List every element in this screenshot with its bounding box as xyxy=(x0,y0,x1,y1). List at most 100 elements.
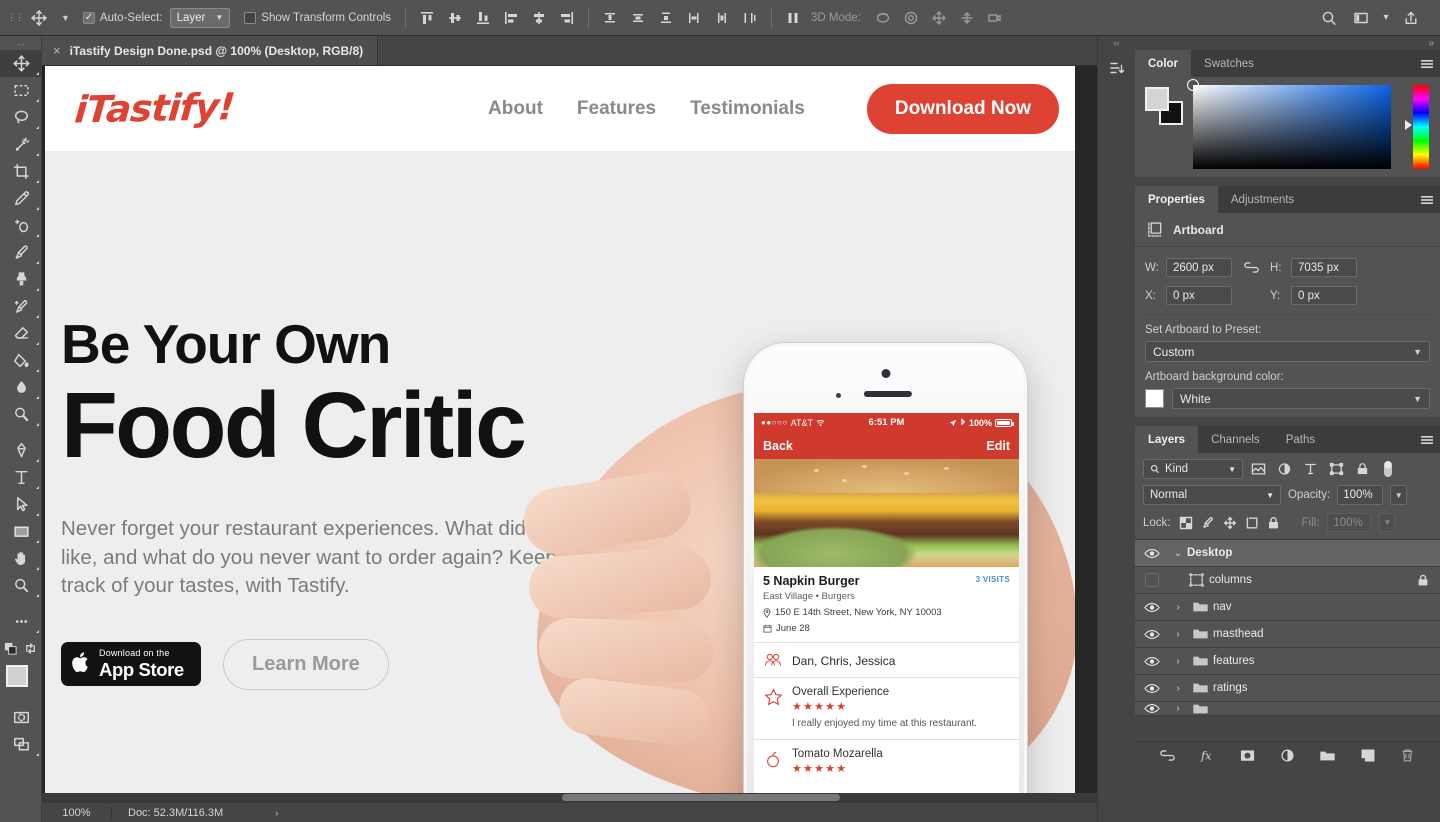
expand-group-chevron-icon[interactable]: › xyxy=(1169,602,1187,613)
foreground-color-swatch[interactable] xyxy=(1145,87,1169,111)
artboard-background-swatch[interactable] xyxy=(1145,389,1164,408)
layer-visibility-toggle[interactable] xyxy=(1135,703,1169,714)
blur-tool[interactable] xyxy=(0,374,42,401)
toolbar-grip[interactable]: ⋯ xyxy=(0,38,41,50)
width-input[interactable]: 2600 px xyxy=(1166,258,1232,277)
edit-button[interactable]: Edit xyxy=(986,439,1010,453)
eraser-tool[interactable] xyxy=(0,320,42,347)
height-input[interactable]: 7035 px xyxy=(1291,258,1357,277)
foreground-color-swatch[interactable] xyxy=(6,665,28,687)
link-layers-icon[interactable] xyxy=(1158,746,1178,766)
history-brush-tool[interactable] xyxy=(0,293,42,320)
align-bottom-edges-button[interactable] xyxy=(469,5,497,31)
zoom-level[interactable]: 100% xyxy=(42,806,112,819)
color-picker-handle[interactable] xyxy=(1187,79,1199,91)
dodge-tool[interactable] xyxy=(0,401,42,428)
layer-row-masthead[interactable]: › masthead xyxy=(1135,621,1440,648)
chevron-down-icon[interactable]: ▾ xyxy=(1378,5,1394,31)
color-panel-swatches[interactable] xyxy=(1145,87,1183,125)
hand-tool[interactable] xyxy=(0,545,42,572)
expand-group-chevron-icon[interactable]: › xyxy=(1169,703,1187,714)
show-transform-controls-group[interactable]: Show Transform Controls xyxy=(244,11,391,24)
roll-3d-button[interactable] xyxy=(897,5,925,31)
nav-link-testimonials[interactable]: Testimonials xyxy=(690,98,805,120)
saturation-value-field[interactable] xyxy=(1187,79,1391,169)
fill-stepper-chevron-icon[interactable]: ▼ xyxy=(1379,513,1396,532)
rotate-3d-button[interactable] xyxy=(869,5,897,31)
change-screen-mode-button[interactable] xyxy=(0,731,42,758)
fill-input[interactable]: 100% xyxy=(1327,513,1372,532)
lock-image-pixels-icon[interactable] xyxy=(1201,516,1215,530)
y-input[interactable]: 0 px xyxy=(1291,286,1357,305)
layer-row-columns[interactable]: columns xyxy=(1135,567,1440,594)
smart-object-filter-icon[interactable] xyxy=(1351,459,1373,479)
tab-channels[interactable]: Channels xyxy=(1198,426,1273,453)
adjustment-layer-icon[interactable] xyxy=(1278,746,1298,766)
eyedropper-tool[interactable] xyxy=(0,185,42,212)
align-left-edges-button[interactable] xyxy=(497,5,525,31)
expand-group-chevron-icon[interactable]: ⌄ xyxy=(1169,548,1187,559)
artboard-preset-select[interactable]: Custom ▼ xyxy=(1145,341,1430,362)
lasso-tool[interactable] xyxy=(0,104,42,131)
auto-select-checkbox[interactable]: ✓ xyxy=(82,11,95,24)
layer-filter-kind-select[interactable]: Kind ▼ xyxy=(1143,459,1243,479)
nav-link-features[interactable]: Features xyxy=(577,98,656,120)
tab-color[interactable]: Color xyxy=(1135,50,1192,77)
canvas-horizontal-scrollbar[interactable] xyxy=(42,793,1135,802)
blend-mode-select[interactable]: Normal ▼ xyxy=(1143,485,1281,505)
new-group-icon[interactable] xyxy=(1318,746,1338,766)
zoom-tool[interactable] xyxy=(0,572,42,599)
distribute-top-edges-button[interactable] xyxy=(596,5,624,31)
tab-swatches[interactable]: Swatches xyxy=(1191,50,1267,77)
type-tool[interactable] xyxy=(0,464,42,491)
color-swatches[interactable] xyxy=(0,662,42,704)
lock-position-icon[interactable] xyxy=(1223,516,1237,530)
x-input[interactable]: 0 px xyxy=(1166,286,1232,305)
lock-artboard-nesting-icon[interactable] xyxy=(1245,516,1259,530)
close-icon[interactable]: × xyxy=(53,43,61,58)
distribute-right-edges-button[interactable] xyxy=(736,5,764,31)
layer-row-partial[interactable]: › xyxy=(1135,702,1440,716)
artboard-desktop[interactable]: iTastify! About Features Testimonials Do… xyxy=(45,66,1075,802)
panel-menu-icon[interactable] xyxy=(1414,426,1440,453)
layer-visibility-toggle[interactable] xyxy=(1135,656,1169,667)
edit-toolbar-tool[interactable] xyxy=(0,608,42,635)
tab-layers[interactable]: Layers xyxy=(1135,426,1199,453)
hue-slider-handle[interactable] xyxy=(1405,120,1412,131)
layer-visibility-toggle[interactable] xyxy=(1135,602,1169,613)
delete-layer-icon[interactable] xyxy=(1398,746,1418,766)
nav-link-about[interactable]: About xyxy=(488,98,543,120)
layer-row-nav[interactable]: › nav xyxy=(1135,594,1440,621)
move-tool[interactable] xyxy=(0,50,42,77)
phone-screen[interactable]: ●●○○○ AT&T 6:51 PM 100% Back Edit 5 Napk… xyxy=(754,413,1019,802)
expand-group-chevron-icon[interactable]: › xyxy=(1169,656,1187,667)
pixel-filter-icon[interactable] xyxy=(1247,459,1269,479)
auto-select-checkbox-group[interactable]: ✓ Auto-Select: xyxy=(82,11,163,24)
artboard-background-select[interactable]: White ▼ xyxy=(1172,388,1430,409)
tool-preset-chevron-icon[interactable]: ▼ xyxy=(56,13,75,23)
share-icon[interactable] xyxy=(1396,5,1426,31)
tab-adjustments[interactable]: Adjustments xyxy=(1218,186,1307,213)
brush-tool[interactable] xyxy=(0,239,42,266)
expand-group-chevron-icon[interactable]: › xyxy=(1169,629,1187,640)
canvas-area[interactable]: iTastify! About Features Testimonials Do… xyxy=(42,66,1135,802)
align-right-edges-button[interactable] xyxy=(553,5,581,31)
show-transform-controls-checkbox[interactable] xyxy=(244,11,257,24)
paint-bucket-tool[interactable] xyxy=(0,347,42,374)
status-expand-icon[interactable]: › xyxy=(275,808,278,818)
panel-column-grip[interactable]: ‹‹ xyxy=(1098,36,1135,50)
lock-transparent-pixels-icon[interactable] xyxy=(1179,516,1193,530)
hue-slider[interactable] xyxy=(1405,85,1429,169)
layer-list[interactable]: ⌄ Desktop columns › nav › masthead › fea… xyxy=(1135,539,1440,716)
layer-row-ratings[interactable]: › ratings xyxy=(1135,675,1440,702)
history-panel-icon[interactable] xyxy=(1098,50,1136,86)
align-vertical-centers-button[interactable] xyxy=(441,5,469,31)
learn-more-button[interactable]: Learn More xyxy=(223,638,389,690)
tab-properties[interactable]: Properties xyxy=(1135,186,1218,213)
distribute-horizontal-centers-button[interactable] xyxy=(708,5,736,31)
expand-group-chevron-icon[interactable]: › xyxy=(1169,683,1187,694)
distribute-vertical-centers-button[interactable] xyxy=(624,5,652,31)
distribute-left-edges-button[interactable] xyxy=(680,5,708,31)
document-size-group[interactable]: Doc: 52.3M/116.3M › xyxy=(112,807,294,819)
layer-mask-icon[interactable] xyxy=(1238,746,1258,766)
